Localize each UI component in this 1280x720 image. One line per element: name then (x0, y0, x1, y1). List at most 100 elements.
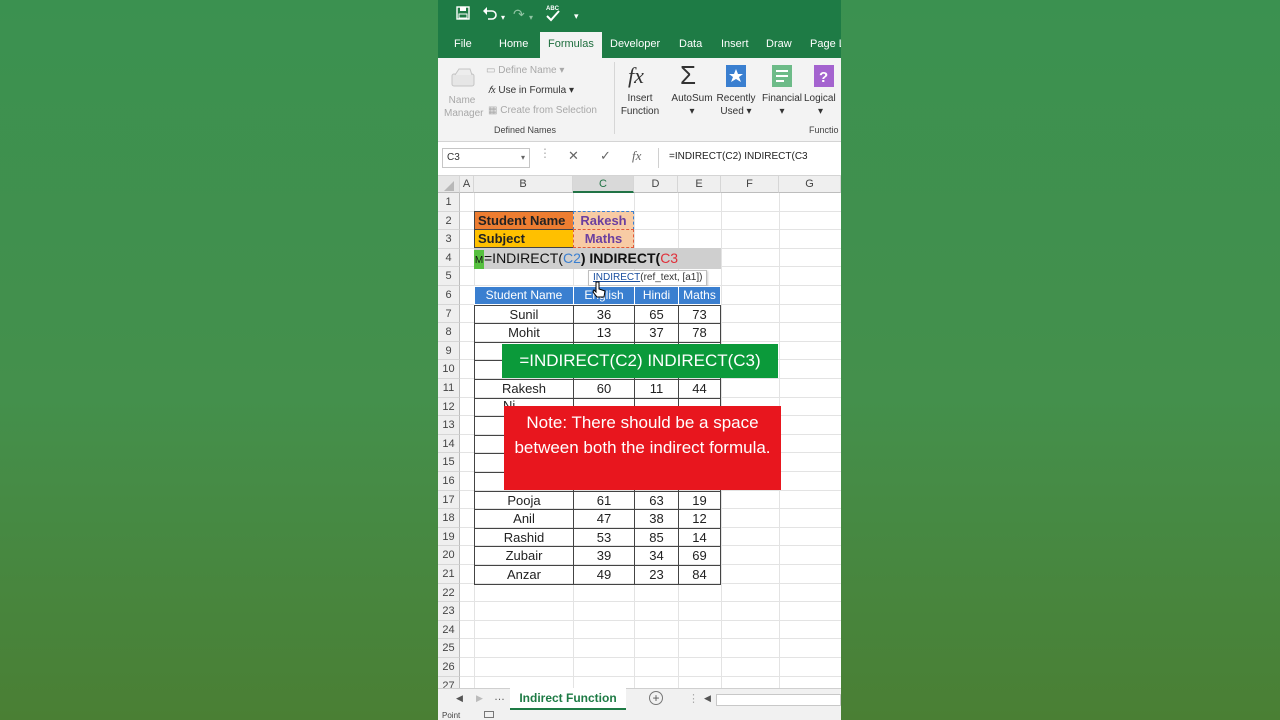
row-header[interactable]: 8 (438, 323, 460, 342)
row-header[interactable]: 4 (438, 248, 460, 268)
row-header[interactable]: 9 (438, 341, 460, 361)
tab-page-layout[interactable]: Page L (810, 37, 841, 51)
table-cell[interactable]: 65 (634, 304, 679, 325)
logical-button[interactable]: Logical ▾ (804, 92, 841, 118)
table-header-cell[interactable]: Hindi (634, 286, 679, 305)
row-header[interactable]: 16 (438, 472, 460, 491)
row-header[interactable]: 10 (438, 360, 460, 379)
table-cell[interactable]: 11 (634, 379, 679, 399)
table-cell[interactable]: 73 (678, 304, 721, 325)
row-header[interactable]: 20 (438, 546, 460, 565)
scroll-right-icon[interactable]: ▶ (476, 693, 483, 704)
cancel-icon[interactable]: ✕ (568, 148, 579, 164)
tab-file[interactable]: File (454, 37, 472, 51)
column-header-c[interactable]: C (573, 176, 634, 193)
row-header[interactable]: 2 (438, 211, 460, 231)
table-cell[interactable]: 60 (573, 379, 635, 399)
row-header[interactable]: 17 (438, 490, 460, 510)
table-cell[interactable]: 84 (678, 565, 721, 585)
value-subject[interactable]: Maths (573, 229, 634, 248)
row-header[interactable]: 3 (438, 230, 460, 249)
table-cell[interactable]: Anil (474, 509, 574, 529)
row-header[interactable]: 23 (438, 602, 460, 621)
table-cell[interactable]: Rashid (474, 527, 574, 548)
column-header-d[interactable]: D (634, 176, 678, 193)
table-cell[interactable]: 78 (678, 323, 721, 343)
table-cell[interactable]: 61 (573, 490, 635, 511)
row-header[interactable]: 7 (438, 304, 460, 324)
table-cell[interactable]: Anzar (474, 565, 574, 585)
horizontal-scrollbar[interactable] (716, 694, 841, 706)
table-cell[interactable]: 44 (678, 379, 721, 399)
row-header[interactable]: 1 (438, 193, 460, 212)
row-header[interactable]: 13 (438, 416, 460, 435)
redo-dropdown-icon[interactable]: ▾ (529, 10, 533, 26)
row-header[interactable]: 11 (438, 379, 460, 398)
table-cell[interactable]: 14 (678, 527, 721, 548)
name-manager-button[interactable]: Name Manager (444, 94, 483, 120)
chevron-down-icon[interactable]: ▾ (521, 149, 525, 167)
insert-function-button[interactable]: Insert Function (618, 92, 662, 118)
column-header-b[interactable]: B (474, 176, 573, 193)
add-sheet-icon[interactable]: + (649, 691, 663, 705)
column-header-g[interactable]: G (779, 176, 841, 193)
save-icon[interactable] (456, 6, 470, 23)
tab-data[interactable]: Data (679, 37, 702, 51)
formula-input[interactable]: =INDIRECT(C2) INDIRECT(C3 (658, 148, 841, 168)
define-name-button[interactable]: ▭ Define Name ▾ (486, 64, 564, 77)
row-header[interactable]: 6 (438, 286, 460, 305)
tab-draw[interactable]: Draw (766, 37, 792, 51)
table-cell[interactable]: 39 (573, 546, 635, 566)
hscroll-left-icon[interactable]: ◀ (704, 693, 711, 704)
table-cell[interactable]: 34 (634, 546, 679, 566)
row-header[interactable]: 26 (438, 658, 460, 677)
table-cell[interactable]: 12 (678, 509, 721, 529)
row-header[interactable]: 19 (438, 527, 460, 547)
table-cell[interactable]: 19 (678, 490, 721, 511)
row-header[interactable]: 24 (438, 620, 460, 640)
table-cell[interactable]: Sunil (474, 304, 574, 325)
tab-split-handle-icon[interactable]: ⋮ (688, 692, 699, 705)
row-header[interactable]: 12 (438, 397, 460, 417)
tab-insert[interactable]: Insert (721, 37, 749, 51)
row-header[interactable]: 18 (438, 509, 460, 528)
row-header[interactable]: 21 (438, 565, 460, 584)
table-cell[interactable]: 23 (634, 565, 679, 585)
redo-icon[interactable]: ↷ (513, 6, 525, 22)
name-box[interactable]: C3 ▾ (442, 148, 530, 168)
column-header-e[interactable]: E (678, 176, 721, 193)
table-cell[interactable]: 63 (634, 490, 679, 511)
value-student-name[interactable]: Rakesh (573, 211, 634, 230)
table-cell[interactable]: 49 (573, 565, 635, 585)
scroll-left-icon[interactable]: ◀ (456, 693, 463, 704)
column-header-a[interactable]: A (460, 176, 474, 193)
label-student-name[interactable]: Student Name (474, 211, 574, 230)
insert-function-bar-icon[interactable]: fx (632, 148, 641, 164)
label-subject[interactable]: Subject (474, 229, 574, 248)
more-sheets-icon[interactable]: … (494, 691, 505, 703)
table-cell[interactable]: 85 (634, 527, 679, 548)
table-cell[interactable]: Pooja (474, 490, 574, 511)
tab-developer[interactable]: Developer (610, 37, 660, 51)
table-header-cell[interactable]: Student Name (474, 286, 574, 305)
tab-home[interactable]: Home (499, 37, 528, 51)
formula-bar-splitter-icon[interactable]: ⋮ (539, 146, 551, 160)
table-cell[interactable]: Mohit (474, 323, 574, 343)
customize-qat-icon[interactable]: ▾ (574, 8, 579, 24)
table-header-cell[interactable]: Maths (678, 286, 721, 305)
row-header[interactable]: 22 (438, 583, 460, 603)
row-header[interactable]: 14 (438, 434, 460, 454)
tab-formulas[interactable]: Formulas (540, 32, 602, 58)
table-cell[interactable]: 38 (634, 509, 679, 529)
undo-dropdown-icon[interactable]: ▾ (501, 10, 505, 26)
table-cell[interactable]: 47 (573, 509, 635, 529)
column-header-f[interactable]: F (721, 176, 779, 193)
spelling-check-icon[interactable]: ABC (545, 3, 561, 26)
worksheet-grid[interactable]: A B C D E F G 1 2 3 4 5 6 7 8 9 10 11 12 13 14 15 16 17 1… (438, 176, 841, 696)
row-header[interactable]: 5 (438, 267, 460, 286)
table-cell[interactable]: 13 (573, 323, 635, 343)
table-cell[interactable]: 69 (678, 546, 721, 566)
use-in-formula-button[interactable]: 𝑓x Use in Formula ▾ (488, 84, 574, 97)
row-header[interactable]: 25 (438, 639, 460, 658)
table-cell[interactable]: 53 (573, 527, 635, 548)
